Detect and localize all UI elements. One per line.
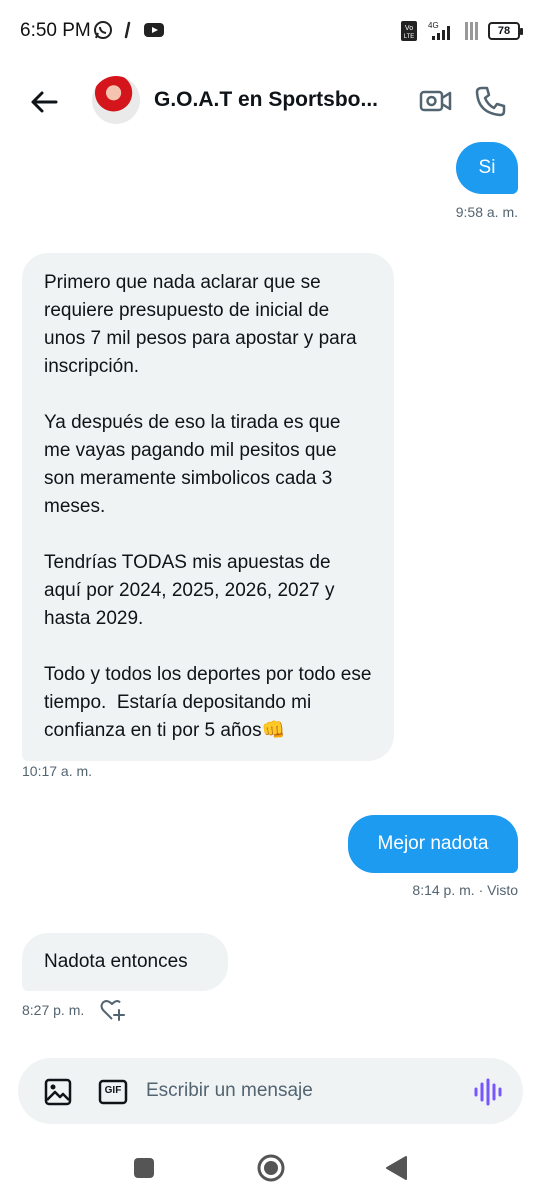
add-reaction-button[interactable] [99, 997, 125, 1023]
home-circle-icon [257, 1154, 285, 1182]
notification-icons [93, 20, 165, 40]
conversation-title[interactable]: G.O.A.T en Sportsbo... [154, 88, 404, 112]
voice-wave-icon [474, 1078, 502, 1106]
message-input[interactable] [146, 1068, 456, 1114]
svg-text:LTE: LTE [404, 34, 415, 40]
system-back-button[interactable] [384, 1155, 408, 1181]
conversation-header: G.O.A.T en Sportsbo... [0, 62, 540, 140]
system-status-icons: Vo LTE 4G 78 [400, 20, 523, 42]
video-call-button[interactable] [419, 86, 453, 116]
status-bar: 6:50 PM Vo LTE 4G 78 [0, 0, 540, 62]
voice-call-button[interactable] [474, 84, 508, 118]
image-icon [44, 1078, 72, 1106]
message-bubble-incoming[interactable]: Nadota entonces [22, 933, 228, 991]
volte-icon: Vo LTE [401, 21, 417, 41]
youtube-icon [144, 23, 164, 37]
svg-text:Vo: Vo [405, 25, 413, 32]
message-thread: Si 9:58 a. m. Primero que nada aclarar q… [0, 140, 540, 1050]
message-composer: GIF [18, 1058, 523, 1124]
message-bubble-outgoing[interactable]: Si [456, 142, 518, 194]
signal-icon: 4G [428, 21, 450, 40]
arrow-left-icon [31, 91, 58, 113]
svg-text:4G: 4G [428, 21, 439, 30]
recents-button[interactable] [134, 1158, 154, 1178]
home-button[interactable] [256, 1153, 286, 1183]
system-navigation-bar [0, 1140, 540, 1200]
message-timestamp: 10:17 a. m. [22, 763, 93, 779]
battery-level: 78 [497, 25, 511, 37]
phone-icon [475, 86, 506, 117]
add-gif-button[interactable]: GIF [98, 1078, 128, 1106]
avatar[interactable] [92, 76, 140, 124]
message-timestamp: 8:27 p. m. [22, 1002, 85, 1018]
status-time: 6:50 PM [20, 20, 91, 41]
message-timestamp-seen: 8:14 p. m. · Visto [412, 882, 518, 898]
add-image-button[interactable] [44, 1078, 72, 1106]
video-camera-icon [419, 90, 452, 112]
gif-label: GIF [104, 1085, 122, 1096]
message-bubble-outgoing[interactable]: Mejor nadota [348, 815, 518, 873]
app-notification-icon [124, 21, 131, 39]
heart-plus-icon [100, 1000, 125, 1021]
triangle-back-icon [386, 1156, 407, 1180]
whatsapp-icon [94, 21, 112, 39]
message-timestamp: 9:58 a. m. [455, 204, 518, 220]
battery-indicator: 78 [488, 22, 523, 40]
message-bubble-incoming[interactable]: Primero que nada aclarar que se requiere… [22, 253, 394, 761]
back-button[interactable] [26, 84, 62, 120]
signal-icon-2 [465, 22, 478, 40]
voice-message-button[interactable] [472, 1076, 504, 1108]
